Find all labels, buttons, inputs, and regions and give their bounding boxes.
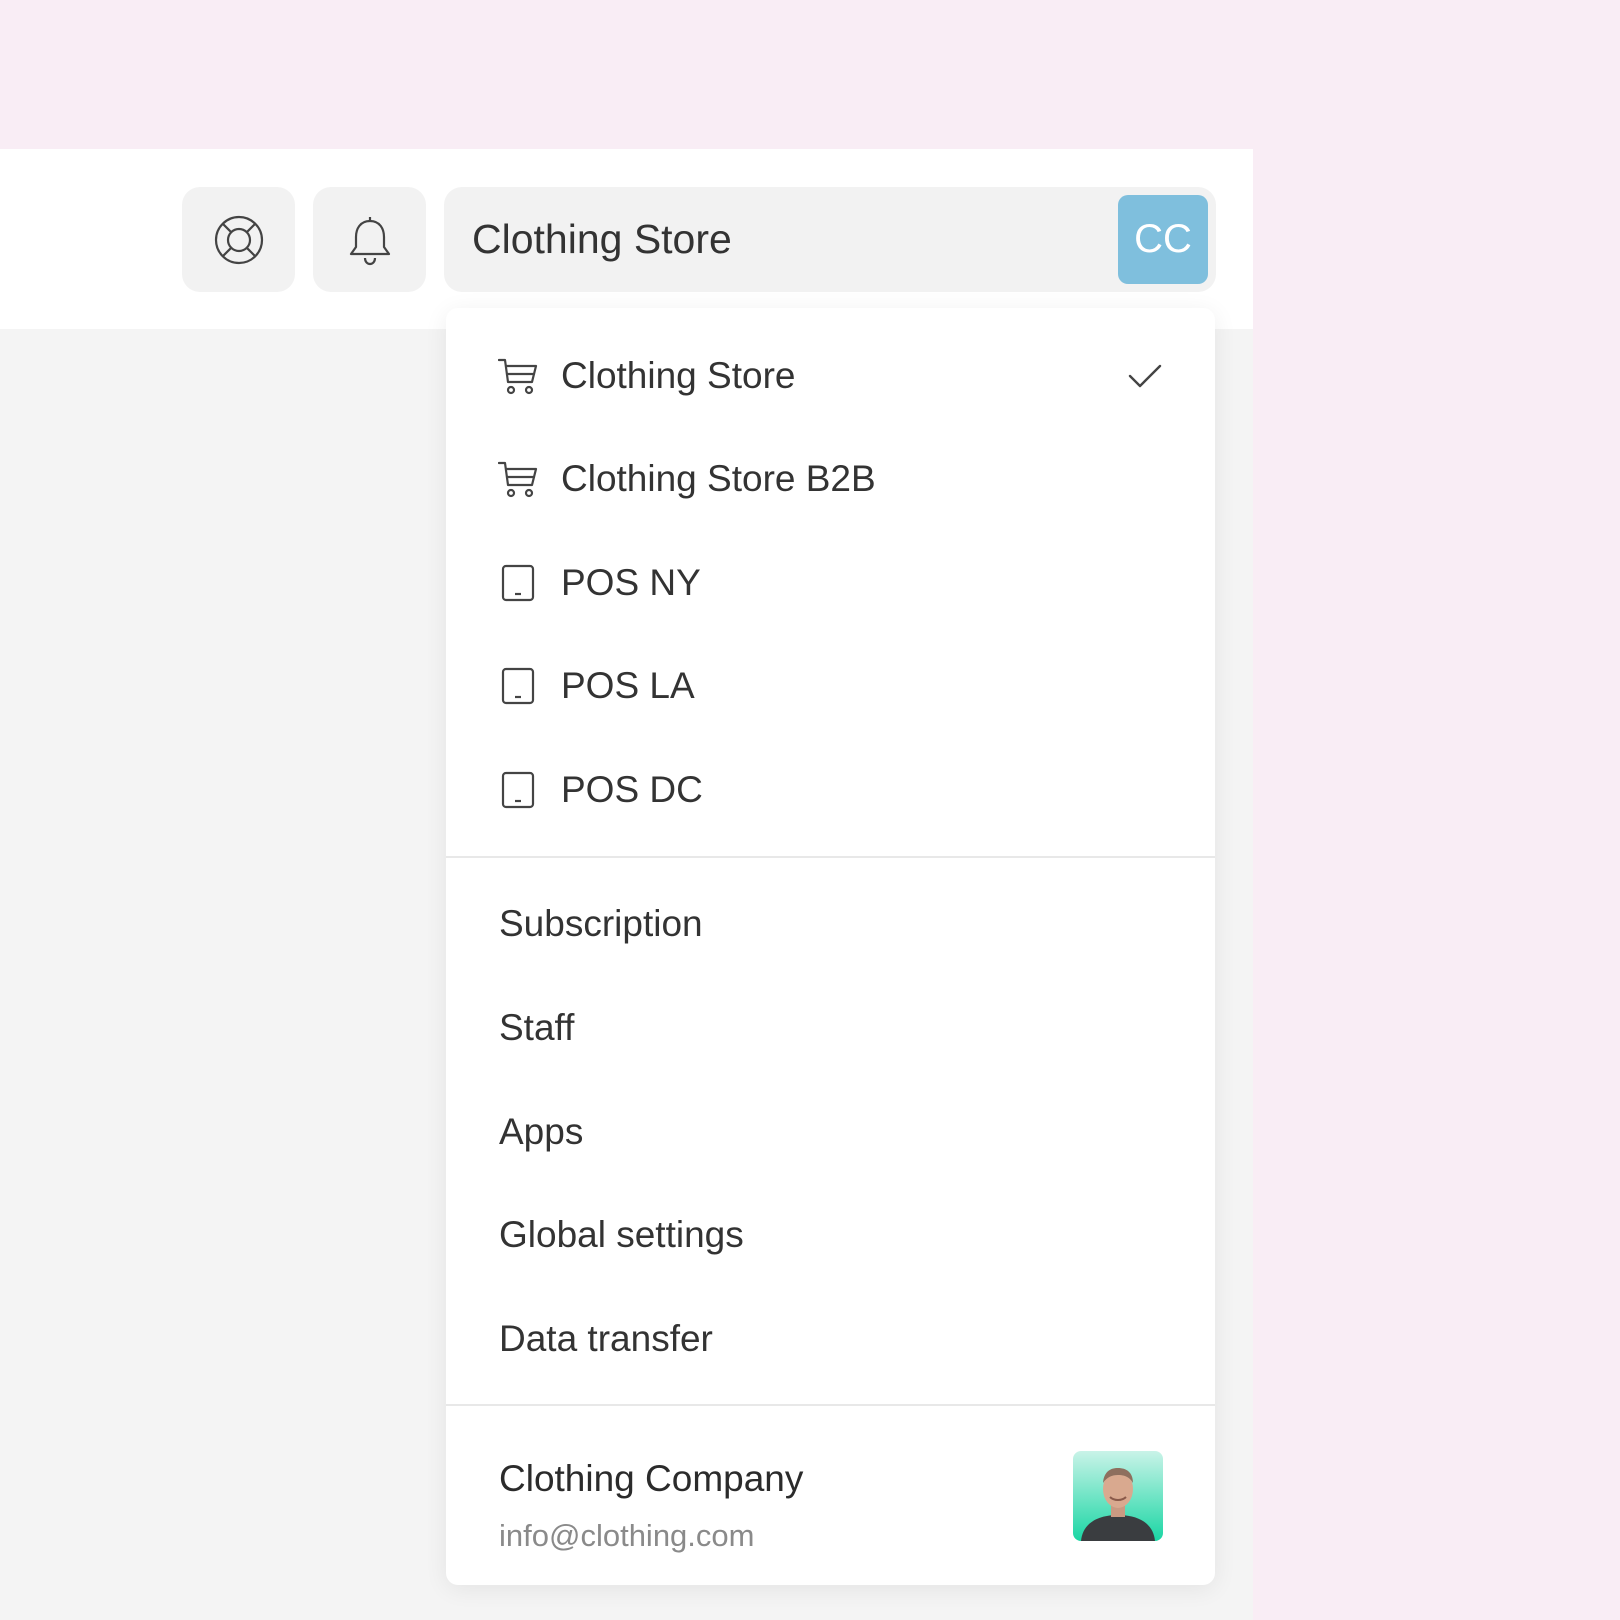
tablet-icon xyxy=(498,666,538,706)
menu-item-global-settings[interactable]: Global settings xyxy=(446,1190,1215,1280)
account-section[interactable]: Clothing Company info@clothing.com xyxy=(446,1406,1215,1585)
menu-item-data-transfer[interactable]: Data transfer xyxy=(446,1294,1215,1384)
menu-item-label: POS DC xyxy=(561,769,703,810)
menu-item-label: Clothing Store xyxy=(561,355,796,396)
cart-icon xyxy=(498,356,538,396)
menu-item-label: Apps xyxy=(499,1111,584,1152)
menu-item-label: Global settings xyxy=(499,1214,744,1255)
menu-item-label: POS LA xyxy=(561,665,695,706)
store-selector-label: Clothing Store xyxy=(472,216,732,262)
menu-item-label: POS NY xyxy=(561,562,701,603)
account-name: Clothing Company xyxy=(499,1458,804,1499)
bell-icon xyxy=(347,214,393,266)
menu-item-staff[interactable]: Staff xyxy=(446,983,1215,1073)
cart-icon xyxy=(498,459,538,499)
notifications-button[interactable] xyxy=(313,187,426,292)
tablet-icon xyxy=(498,563,538,603)
tablet-icon xyxy=(498,770,538,810)
menu-item-apps[interactable]: Apps xyxy=(446,1087,1215,1177)
menu-divider xyxy=(446,856,1215,858)
menu-item-clothing-store[interactable]: Clothing Store xyxy=(446,331,1215,421)
check-icon xyxy=(1127,358,1163,394)
top-bar: Clothing Store CC xyxy=(0,149,1253,329)
menu-item-subscription[interactable]: Subscription xyxy=(446,879,1215,969)
store-selector[interactable]: Clothing Store CC xyxy=(444,187,1216,292)
menu-item-pos-ny[interactable]: POS NY xyxy=(446,538,1215,628)
account-email: info@clothing.com xyxy=(499,1518,755,1553)
menu-item-label: Subscription xyxy=(499,903,703,944)
store-dropdown-menu: Clothing Store Clothing Store B2B POS NY xyxy=(446,308,1215,1585)
menu-item-pos-dc[interactable]: POS DC xyxy=(446,745,1215,835)
store-avatar: CC xyxy=(1118,195,1208,284)
menu-item-clothing-store-b2b[interactable]: Clothing Store B2B xyxy=(446,434,1215,524)
menu-item-label: Data transfer xyxy=(499,1318,713,1359)
menu-item-label: Clothing Store B2B xyxy=(561,458,876,499)
account-avatar xyxy=(1073,1451,1163,1541)
help-button[interactable] xyxy=(182,187,295,292)
lifebuoy-icon xyxy=(213,214,265,266)
menu-item-pos-la[interactable]: POS LA xyxy=(446,641,1215,731)
menu-item-label: Staff xyxy=(499,1007,575,1048)
